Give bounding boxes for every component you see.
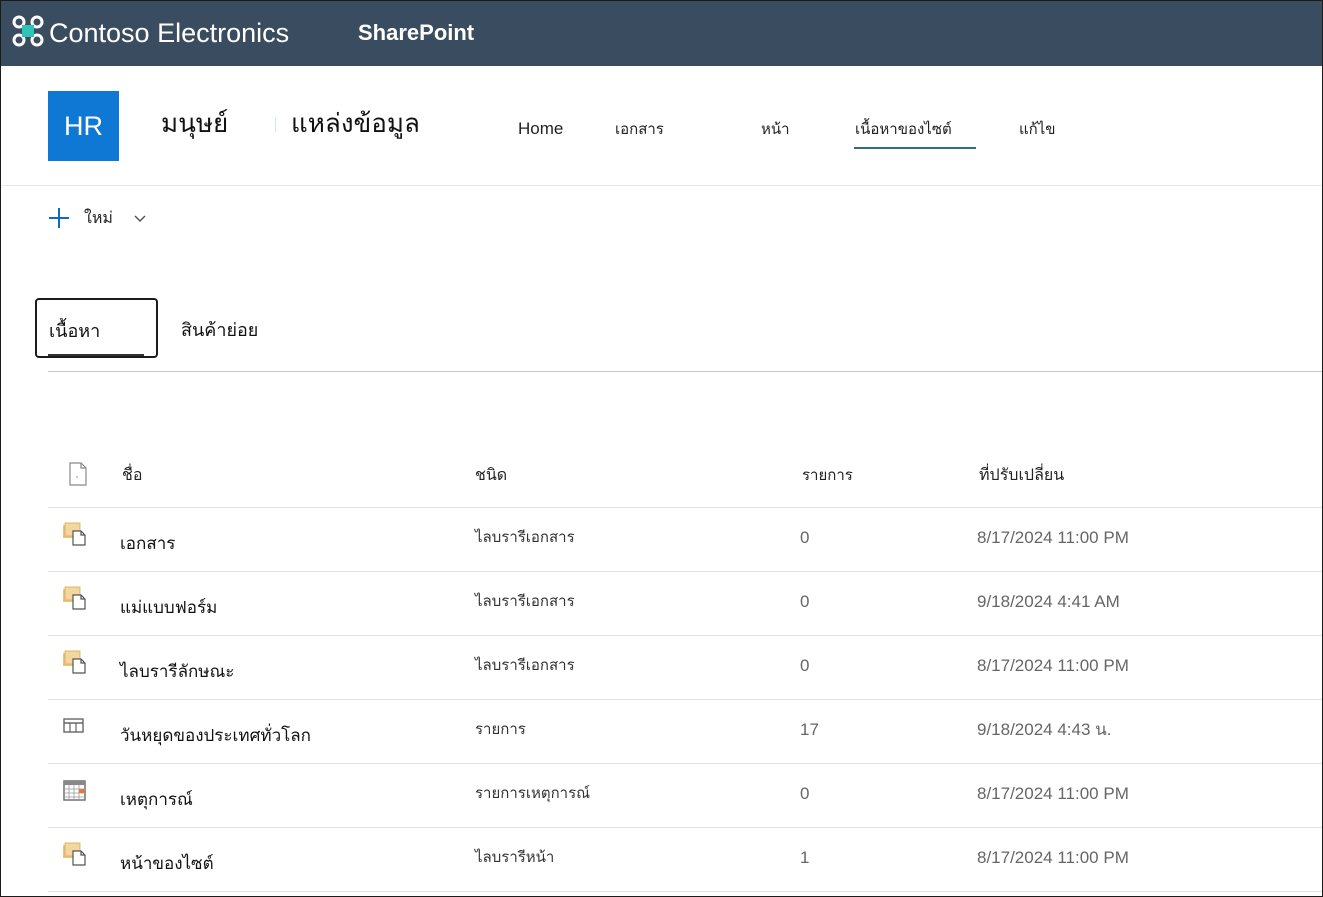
nav-home[interactable]: Home bbox=[518, 118, 563, 140]
item-count: 0 bbox=[800, 656, 810, 675]
table-row[interactable]: เอกสาร ไลบรารีเอกสาร 0 8/17/2024 11:00 P… bbox=[48, 508, 1322, 572]
column-header-modified[interactable]: ที่ปรับเปลี่ยน bbox=[979, 465, 1064, 487]
nav-site-contents[interactable]: เนื้อหาของไซต์ bbox=[855, 119, 952, 141]
site-logo[interactable]: HR bbox=[48, 91, 119, 161]
nav-edit[interactable]: แก้ไข bbox=[1019, 119, 1056, 141]
site-title-part1[interactable]: มนุษย์ bbox=[161, 106, 228, 140]
chevron-down-icon[interactable] bbox=[133, 211, 147, 225]
pivot-divider bbox=[48, 371, 1322, 372]
list-icon bbox=[63, 718, 84, 733]
item-type: รายการ bbox=[475, 721, 526, 738]
contoso-logo-icon[interactable] bbox=[12, 15, 44, 47]
nav-documents[interactable]: เอกสาร bbox=[615, 119, 664, 141]
item-count: 0 bbox=[800, 592, 810, 611]
calendar-icon bbox=[63, 780, 86, 801]
item-name-link[interactable]: เอกสาร bbox=[120, 532, 175, 556]
item-type: ไลบรารีเอกสาร bbox=[475, 593, 575, 610]
table-header: ชื่อ ชนิด รายการ ที่ปรับเปลี่ยน bbox=[48, 444, 1322, 508]
item-name-link[interactable]: หน้าของไซต์ bbox=[120, 852, 214, 876]
item-modified: 8/17/2024 11:00 PM bbox=[977, 848, 1129, 867]
nav-pages[interactable]: หน้า bbox=[761, 119, 790, 141]
table-row[interactable]: แม่แบบฟอร์ม ไลบรารีเอกสาร 0 9/18/2024 4:… bbox=[48, 572, 1322, 636]
item-count: 0 bbox=[800, 784, 810, 803]
file-type-icon[interactable] bbox=[68, 462, 88, 486]
site-header: HR มนุษย์ แหล่งข้อมูล Home เอกสาร หน้า เ… bbox=[1, 66, 1322, 186]
item-modified: 9/18/2024 4:43 น. bbox=[977, 720, 1112, 739]
table-row[interactable]: หน้าของไซต์ ไลบรารีหน้า 1 8/17/2024 11:0… bbox=[48, 828, 1322, 892]
table-row[interactable]: วันหยุดของประเทศทั่วโลก รายการ 17 9/18/2… bbox=[48, 700, 1322, 764]
tab-contents[interactable]: เนื้อหา bbox=[49, 319, 100, 343]
column-header-name[interactable]: ชื่อ bbox=[122, 465, 142, 487]
item-type: รายการเหตุการณ์ bbox=[475, 785, 591, 802]
item-name-link[interactable]: เหตุการณ์ bbox=[120, 788, 193, 812]
item-name-link[interactable]: แม่แบบฟอร์ม bbox=[120, 596, 217, 620]
column-header-type[interactable]: ชนิด bbox=[475, 465, 507, 487]
table-row[interactable]: เหตุการณ์ รายการเหตุการณ์ 0 8/17/2024 11… bbox=[48, 764, 1322, 828]
document-library-icon bbox=[63, 586, 86, 610]
item-type: ไลบรารีเอกสาร bbox=[475, 657, 575, 674]
document-library-icon bbox=[63, 842, 86, 866]
org-name[interactable]: Contoso Electronics bbox=[49, 17, 289, 49]
item-count: 0 bbox=[800, 528, 810, 547]
site-title-divider bbox=[275, 118, 276, 132]
item-name-link[interactable]: วันหยุดของประเทศทั่วโลก bbox=[120, 724, 311, 748]
item-modified: 8/17/2024 11:00 PM bbox=[977, 784, 1129, 803]
tab-subsites[interactable]: สินค้าย่อย bbox=[181, 318, 258, 342]
item-modified: 8/17/2024 11:00 PM bbox=[977, 656, 1129, 675]
sharepoint-window: Contoso Electronics SharePoint HR มนุษย์… bbox=[0, 0, 1323, 897]
suite-bar: Contoso Electronics SharePoint bbox=[1, 1, 1322, 66]
document-library-icon bbox=[63, 522, 86, 546]
app-name[interactable]: SharePoint bbox=[358, 19, 474, 47]
table-row[interactable]: ไลบรารีลักษณะ ไลบรารีเอกสาร 0 8/17/2024 … bbox=[48, 636, 1322, 700]
item-type: ไลบรารีเอกสาร bbox=[475, 529, 575, 546]
item-modified: 9/18/2024 4:41 AM bbox=[977, 592, 1120, 611]
item-modified: 8/17/2024 11:00 PM bbox=[977, 528, 1129, 547]
column-header-items[interactable]: รายการ bbox=[802, 465, 853, 487]
site-contents-table: ชื่อ ชนิด รายการ ที่ปรับเปลี่ยน เอกสาร ไ… bbox=[48, 444, 1322, 892]
document-library-icon bbox=[63, 650, 86, 674]
new-button[interactable]: ใหม่ bbox=[48, 204, 147, 232]
item-count: 1 bbox=[800, 848, 810, 867]
item-type: ไลบรารีหน้า bbox=[475, 849, 555, 866]
tab-active-indicator bbox=[48, 354, 144, 356]
new-button-label: ใหม่ bbox=[84, 209, 113, 227]
site-title-part2[interactable]: แหล่งข้อมูล bbox=[291, 106, 420, 140]
plus-icon bbox=[49, 208, 69, 228]
item-count: 17 bbox=[800, 720, 819, 739]
nav-active-indicator bbox=[854, 147, 976, 149]
item-name-link[interactable]: ไลบรารีลักษณะ bbox=[120, 660, 234, 684]
